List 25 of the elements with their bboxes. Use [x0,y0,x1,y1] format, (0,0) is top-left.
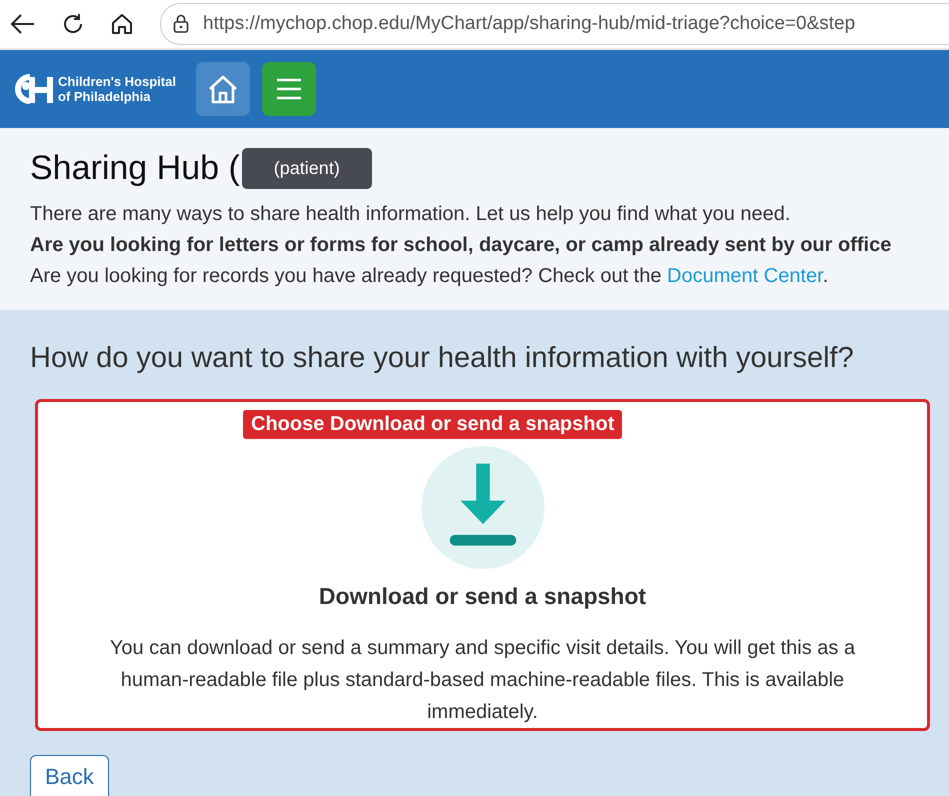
menu-button[interactable] [262,62,316,116]
option-description: You can download or send a summary and specific visit details. You will get this as a human-readable file plus standard-based machine-readable files. This is available immediately. [108,636,856,725]
logo-text: of Philadelphia [58,89,152,104]
page-title: Sharing Hub ( [30,149,240,188]
back-arrow-icon[interactable] [10,13,36,35]
option-title: Download or send a snapshot [318,583,646,610]
patient-label: (patient) [242,148,372,189]
period-text: . [822,265,828,287]
home-icon[interactable] [110,13,134,35]
logo-text: Children's Hospital [58,74,176,89]
address-bar[interactable]: https://mychop.chop.edu/MyChart/app/sharing-hub/mid-triage?choice=0&step [160,3,949,45]
annotation-label: Choose Download or send a snapshot [243,410,622,439]
back-button[interactable]: Back [30,755,109,796]
menu-icon [274,77,303,101]
download-icon [420,446,546,569]
lock-icon [173,14,189,34]
home-button[interactable] [196,62,250,116]
intro-text: Are you looking for letters or forms for school, daycare, or camp already sent by our office [30,233,892,258]
house-icon [206,74,239,104]
records-text: Are you looking for records you have already requested? Check out the [30,265,662,287]
intro-text: There are many ways to share health information. Let us help you find what you need. [30,202,792,227]
snapshot-option-card[interactable] [35,399,930,731]
question-heading: How do you want to share your health information with yourself? [30,342,855,375]
document-center-link[interactable]: Document Center [667,265,823,287]
reload-icon[interactable] [62,13,84,35]
